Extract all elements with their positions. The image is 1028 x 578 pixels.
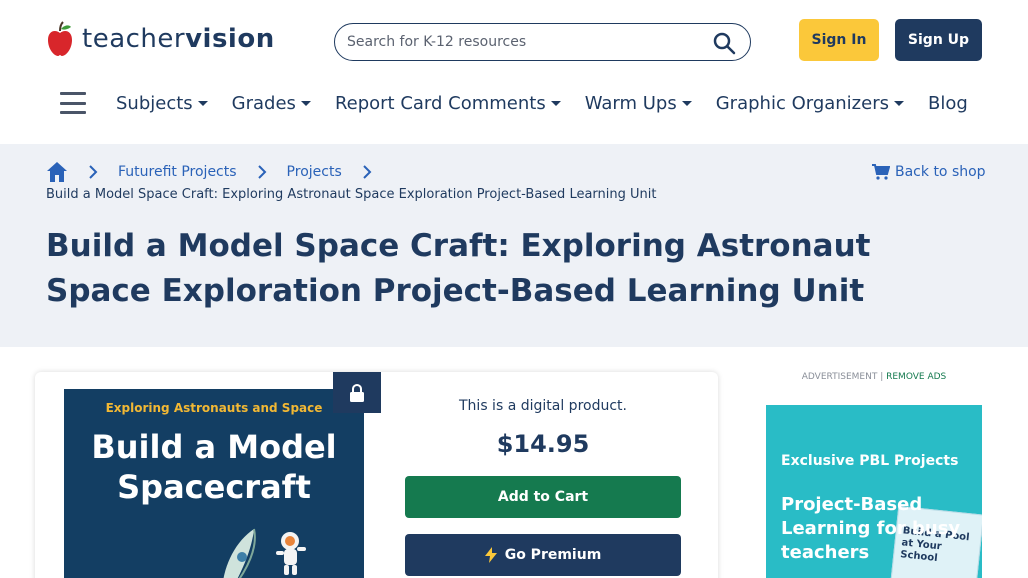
advertisement-label: ADVERTISEMENT | REMOVE ADS xyxy=(801,372,947,382)
nav-item-subjects[interactable]: Subjects xyxy=(116,93,208,114)
breadcrumb: Futurefit Projects Projects xyxy=(46,160,392,184)
cart-icon xyxy=(872,164,890,180)
logo-wordmark: teachervision xyxy=(82,24,275,54)
go-premium-label: Go Premium xyxy=(504,547,602,563)
rocket-astronaut-illustration xyxy=(223,528,306,578)
add-to-cart-button[interactable]: Add to Cart xyxy=(405,476,681,518)
nav-item-label: Report Card Comments xyxy=(334,92,546,114)
premium-lock-badge xyxy=(333,372,381,413)
caret-down-icon xyxy=(893,100,904,106)
back-to-shop-label: Back to shop xyxy=(895,164,986,180)
nav-item-label: Warm Ups xyxy=(584,92,677,114)
nav-item-graphic-organizers[interactable]: Graphic Organizers xyxy=(716,93,904,114)
nav-item-report-card-comments[interactable]: Report Card Comments xyxy=(335,93,561,114)
remove-ads-link[interactable]: REMOVE ADS xyxy=(886,372,946,382)
nav-item-label: Graphic Organizers xyxy=(715,92,889,114)
ad-kicker: Exclusive PBL Projects xyxy=(781,453,959,469)
caret-down-icon xyxy=(197,100,208,106)
nav-item-warm-ups[interactable]: Warm Ups xyxy=(585,93,692,114)
back-to-shop-link[interactable]: Back to shop xyxy=(872,162,986,182)
nav-item-label: Subjects xyxy=(116,92,193,114)
nav-item-label: Blog xyxy=(927,92,968,114)
sign-up-button[interactable]: Sign Up xyxy=(895,19,982,61)
lock-icon xyxy=(350,383,364,402)
cover-kicker: Exploring Astronauts and Space xyxy=(105,401,323,415)
sign-in-button[interactable]: Sign In xyxy=(799,19,879,61)
go-premium-button[interactable]: Go Premium xyxy=(405,534,681,576)
breadcrumb-link-projects[interactable]: Projects xyxy=(287,164,342,180)
caret-down-icon xyxy=(550,100,561,106)
breadcrumb-current: Build a Model Space Craft: Exploring Ast… xyxy=(46,187,657,202)
nav-item-grades[interactable]: Grades xyxy=(232,93,311,114)
ad-headline: Project-Based Learning for busy teachers xyxy=(781,494,961,563)
teachervision-logo[interactable]: teachervision xyxy=(46,20,275,58)
lightning-bolt-icon xyxy=(484,547,497,563)
search-icon[interactable] xyxy=(712,31,736,55)
digital-product-note: This is a digital product. xyxy=(459,398,627,414)
page-title: Build a Model Space Craft: Exploring Ast… xyxy=(46,228,871,309)
apple-icon xyxy=(48,21,72,56)
product-cover-image[interactable]: Exploring Astronauts and Space Build a M… xyxy=(64,389,364,578)
site-header: teachervision Sign In Sign Up Subjects G… xyxy=(0,0,1028,144)
caret-down-icon xyxy=(300,100,311,106)
caret-down-icon xyxy=(681,100,692,106)
search-box xyxy=(334,23,751,61)
hamburger-menu-icon[interactable] xyxy=(60,92,86,114)
product-price: $14.95 xyxy=(496,430,590,458)
chevron-right-icon xyxy=(363,165,372,179)
chevron-right-icon xyxy=(89,165,98,179)
nav-item-label: Grades xyxy=(231,92,296,114)
home-icon[interactable] xyxy=(46,161,68,183)
main-nav: Subjects Grades Report Card Comments War… xyxy=(60,84,992,122)
advertisement-banner[interactable]: Exclusive PBL Projects Build a Pool at Y… xyxy=(766,405,982,578)
nav-item-blog[interactable]: Blog xyxy=(928,93,968,114)
cover-title: Build a Model Spacecraft xyxy=(91,428,337,506)
search-input[interactable] xyxy=(347,24,707,60)
chevron-right-icon xyxy=(257,165,266,179)
breadcrumb-link-futurefit-projects[interactable]: Futurefit Projects xyxy=(118,164,237,180)
